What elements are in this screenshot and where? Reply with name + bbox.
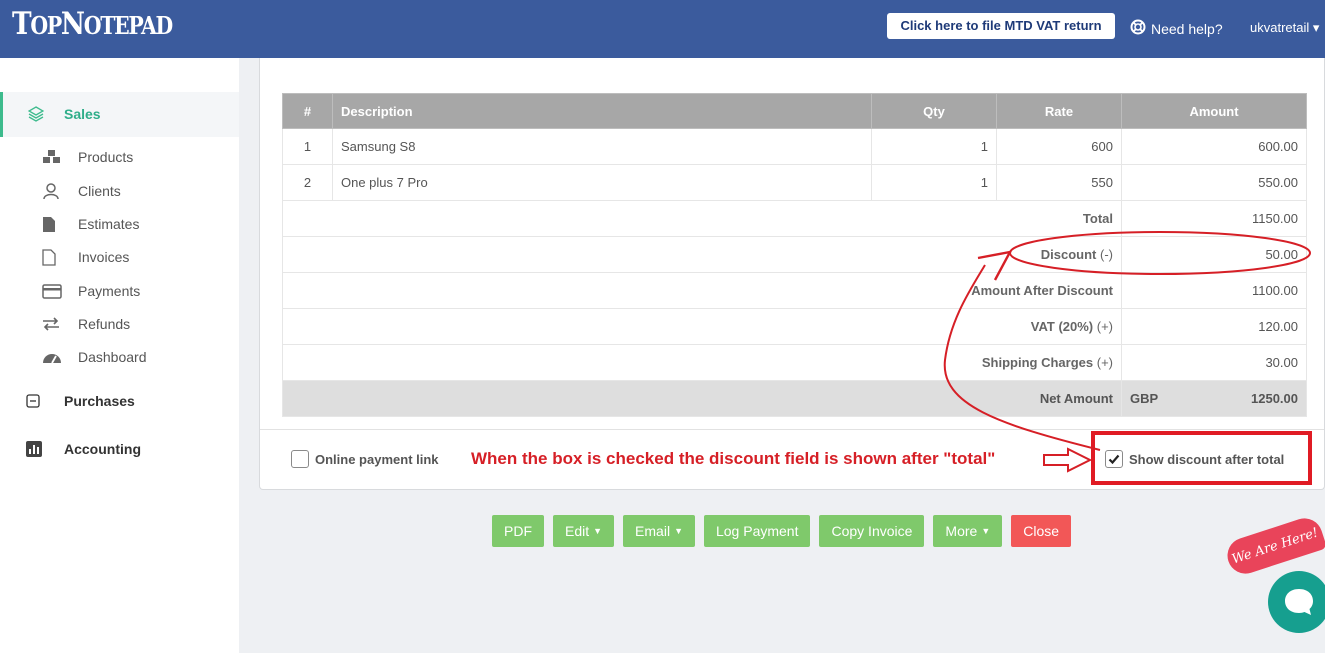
table-header-row: # Description Qty Rate Amount [282, 93, 1307, 129]
card-divider [260, 429, 1324, 430]
user-menu[interactable]: ukvatretail ▾ [1250, 20, 1319, 36]
summary-row-total: Total 1150.00 [282, 200, 1307, 237]
layers-icon [28, 106, 44, 122]
credit-card-icon [42, 282, 64, 300]
dashboard-icon [42, 348, 64, 366]
edit-button[interactable]: Edit ▼ [553, 515, 615, 547]
sidebar-item-payments[interactable]: Payments [42, 281, 140, 301]
sidebar-item-accounting[interactable]: Accounting [26, 439, 141, 459]
app-logo[interactable]: TOPNOTEPAD [12, 6, 173, 42]
file-icon [42, 215, 64, 233]
need-help-link[interactable]: Need help? [1130, 19, 1223, 38]
net-currency: GBP [1130, 391, 1159, 406]
row-rate: 550 [996, 164, 1122, 201]
invoice-card: # Description Qty Rate Amount 1 Samsung … [259, 58, 1325, 490]
invoice-action-bar: PDF Edit ▼ Email ▼ Log Payment Copy Invoic… [492, 515, 1072, 547]
invoice-items-table: # Description Qty Rate Amount 1 Samsung … [282, 93, 1307, 417]
net-value: GBP 1250.00 [1121, 380, 1307, 417]
log-payment-button[interactable]: Log Payment [703, 515, 811, 547]
caret-down-icon: ▾ [1312, 20, 1320, 35]
row-amount: 600.00 [1121, 128, 1307, 165]
cubes-icon [42, 148, 64, 166]
column-header-rate: Rate [996, 93, 1122, 129]
row-amount: 550.00 [1121, 164, 1307, 201]
summary-label: Amount After Discount [282, 272, 1122, 309]
column-header-qty: Qty [871, 93, 997, 129]
email-button[interactable]: Email ▼ [623, 515, 695, 547]
minus-square-icon [26, 394, 42, 408]
summary-row-shipping: Shipping Charges (+) 30.00 [282, 344, 1307, 381]
row-num: 2 [282, 164, 333, 201]
annotation-text: When the box is checked the discount fie… [471, 449, 996, 468]
table-row: 2 One plus 7 Pro 1 550 550.00 [282, 164, 1307, 201]
row-description: Samsung S8 [332, 128, 872, 165]
row-rate: 600 [996, 128, 1122, 165]
net-amount: 1250.00 [1251, 391, 1298, 406]
chat-bubble-icon [1285, 589, 1313, 615]
close-button[interactable]: Close [1011, 515, 1072, 547]
sidebar-item-sales[interactable]: Sales [0, 92, 239, 137]
sidebar-item-invoices[interactable]: Invoices [42, 247, 129, 267]
file-mtd-vat-button[interactable]: Click here to file MTD VAT return [887, 13, 1115, 39]
sidebar: Sales Products Clients Estimates Invoice… [0, 58, 239, 653]
sidebar-item-clients[interactable]: Clients [42, 181, 121, 201]
chevron-down-icon: ▼ [674, 526, 683, 536]
summary-row-discount: Discount (-) 50.00 [282, 236, 1307, 273]
summary-label: Discount (-) [282, 236, 1122, 273]
summary-row-vat: VAT (20%) (+) 120.00 [282, 308, 1307, 345]
chevron-down-icon: ▼ [981, 526, 991, 536]
summary-label: Total [282, 200, 1122, 237]
annotation-highlight-box [1091, 431, 1312, 485]
top-header: TOPNOTEPAD Click here to file MTD VAT re… [0, 0, 1325, 58]
net-label: Net Amount [282, 380, 1122, 417]
exchange-icon [42, 315, 64, 333]
file-outline-icon [42, 248, 64, 266]
copy-invoice-button[interactable]: Copy Invoice [819, 515, 925, 547]
summary-value: 30.00 [1121, 344, 1307, 381]
summary-value: 120.00 [1121, 308, 1307, 345]
chat-badge[interactable]: We Are Here! [1222, 513, 1325, 579]
bar-chart-icon [26, 441, 42, 457]
summary-value: 50.00 [1121, 236, 1307, 273]
summary-row-after-discount: Amount After Discount 1100.00 [282, 272, 1307, 309]
lifebuoy-icon [1130, 19, 1146, 38]
table-row: 1 Samsung S8 1 600 600.00 [282, 128, 1307, 165]
sidebar-item-refunds[interactable]: Refunds [42, 314, 130, 334]
online-payment-option[interactable]: Online payment link [291, 450, 439, 468]
sidebar-item-purchases[interactable]: Purchases [26, 391, 135, 411]
row-qty: 1 [871, 128, 997, 165]
pdf-button[interactable]: PDF [492, 515, 544, 547]
sidebar-item-dashboard[interactable]: Dashboard [42, 347, 147, 367]
sidebar-item-products[interactable]: Products [42, 147, 133, 167]
summary-label: VAT (20%) (+) [282, 308, 1122, 345]
sidebar-item-estimates[interactable]: Estimates [42, 214, 139, 234]
row-description: One plus 7 Pro [332, 164, 872, 201]
column-header-num: # [282, 93, 333, 129]
column-header-amount: Amount [1121, 93, 1307, 129]
summary-label: Shipping Charges (+) [282, 344, 1122, 381]
row-num: 1 [282, 128, 333, 165]
chat-button[interactable] [1268, 571, 1325, 633]
row-qty: 1 [871, 164, 997, 201]
summary-value: 1100.00 [1121, 272, 1307, 309]
chevron-down-icon: ▼ [593, 526, 603, 536]
online-payment-checkbox[interactable] [291, 450, 309, 468]
more-button[interactable]: More ▼ [933, 515, 1003, 547]
column-header-description: Description [332, 93, 872, 129]
summary-value: 1150.00 [1121, 200, 1307, 237]
user-icon [42, 182, 64, 200]
summary-row-net: Net Amount GBP 1250.00 [282, 380, 1307, 417]
